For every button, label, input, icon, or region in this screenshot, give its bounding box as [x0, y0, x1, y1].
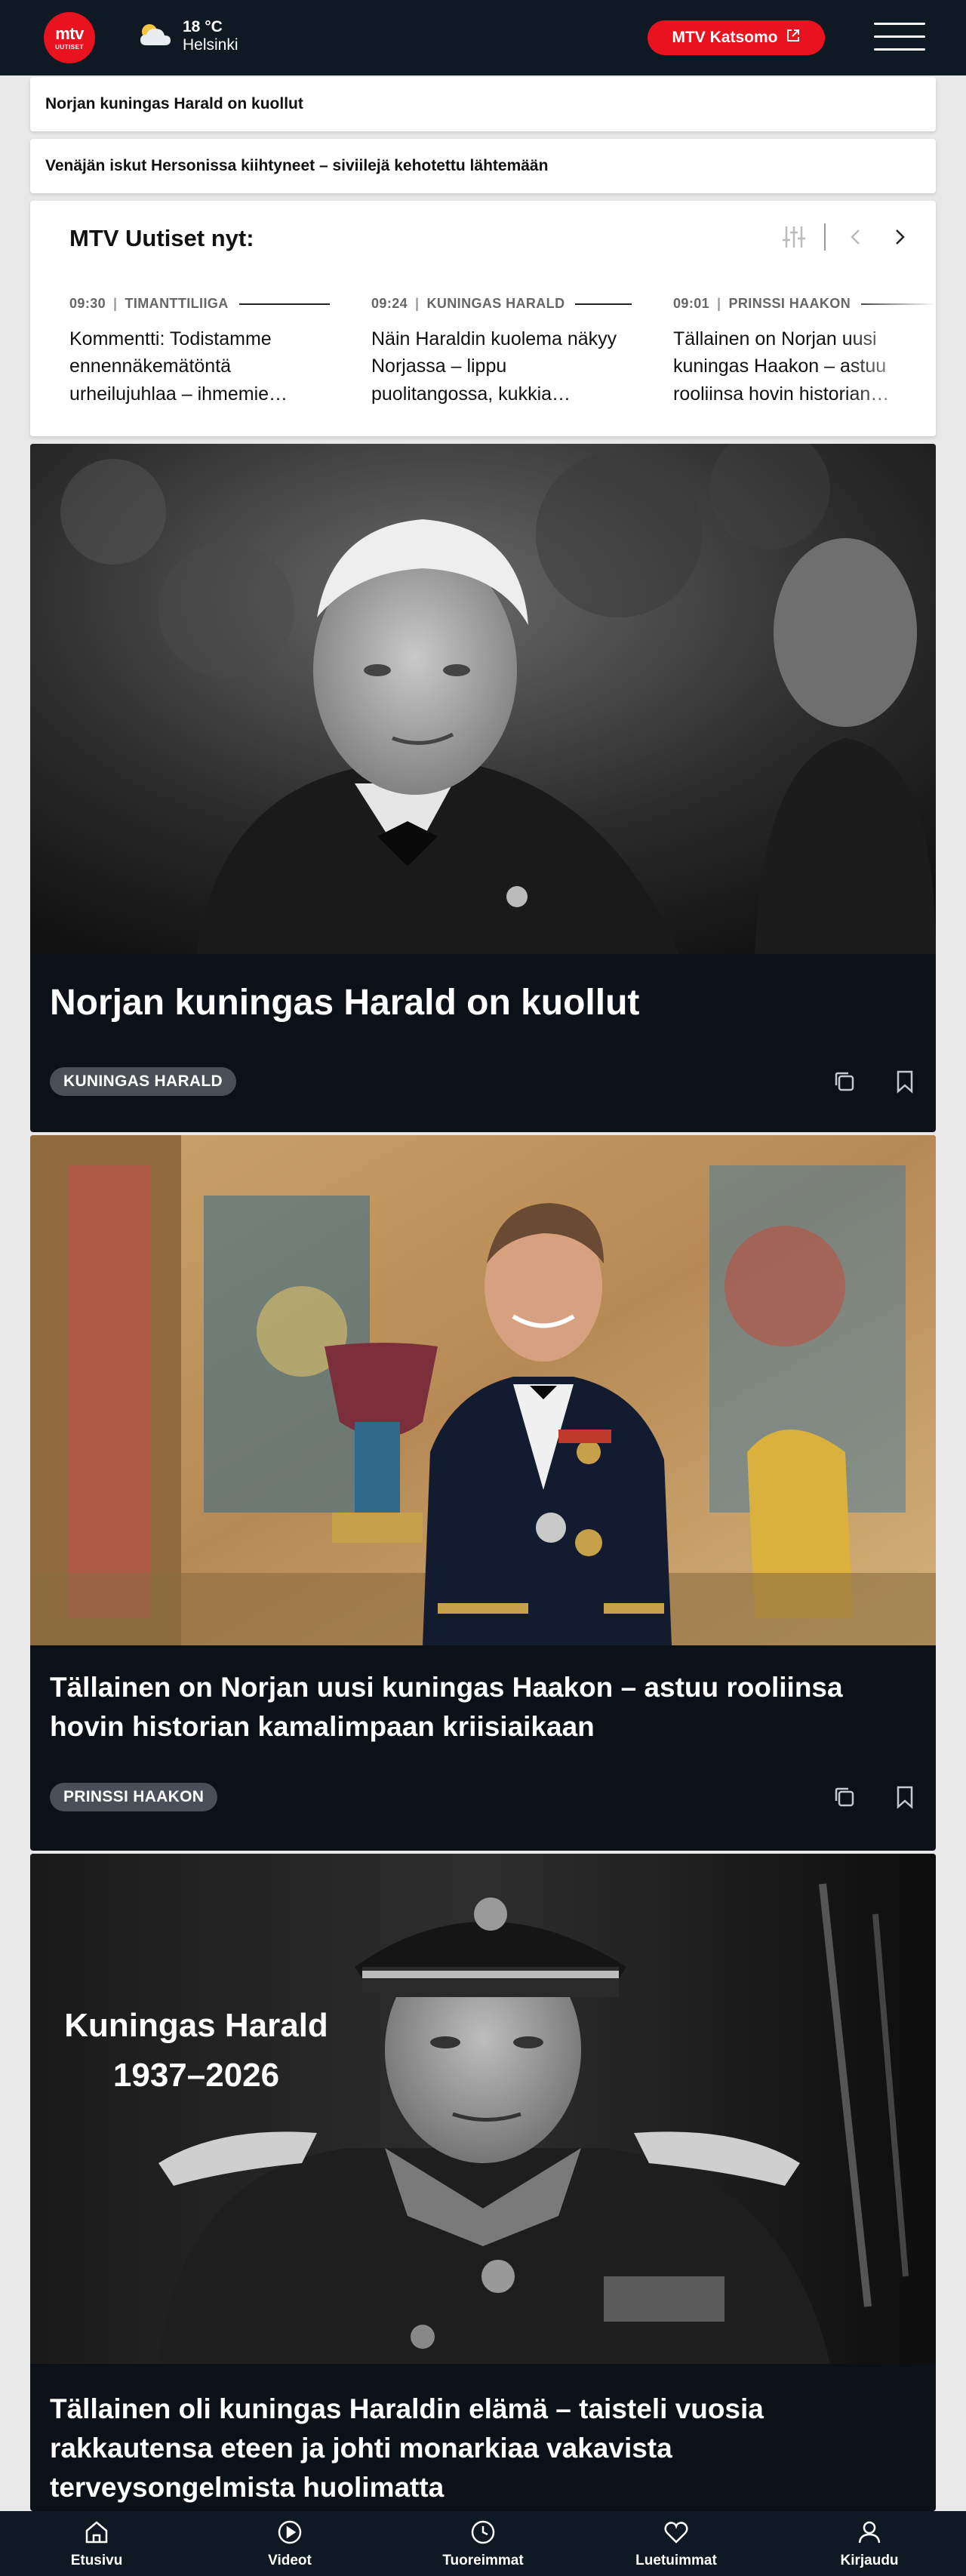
mtv-katsomo-button[interactable]: MTV Katsomo — [648, 20, 825, 55]
mtv-uutiset-logo[interactable]: mtv UUTISET — [44, 12, 95, 63]
nav-label: Videot — [268, 2552, 312, 2568]
article-card[interactable]: Norjan kuningas Harald on kuollut KUNING… — [30, 444, 936, 1132]
news-now-headline: Näin Haraldin kuolema näkyy Norjassa – l… — [371, 328, 617, 405]
article-tag[interactable]: KUNINGAS HARALD — [50, 1067, 236, 1096]
article-title: Tällainen on Norjan uusi kuningas Haakon… — [50, 1672, 843, 1742]
bookmark-icon[interactable] — [892, 1069, 918, 1094]
nav-label: Kirjaudu — [840, 2552, 899, 2568]
article-image-prince-haakon — [30, 1135, 936, 1645]
nav-item-etusivu[interactable]: Etusivu — [0, 2511, 193, 2576]
external-link-icon — [786, 28, 801, 48]
chevron-left-icon[interactable] — [842, 223, 869, 251]
bottom-navigation: Etusivu Videot Tuoreimmat Luetuimmat Kir… — [0, 2511, 966, 2576]
news-now-time: 09:30 — [69, 296, 106, 311]
article-title: Tällainen oli kuningas Haraldin elämä – … — [50, 2393, 764, 2503]
logo-text: mtv — [55, 23, 84, 43]
breaking-news-text: Norjan kuningas Harald on kuollut — [45, 95, 303, 112]
news-now-category: KUNINGAS HARALD — [426, 296, 565, 311]
image-caption: Kuningas Harald 1937–2026 — [53, 2001, 340, 2101]
article-body: Tällainen oli kuningas Haraldin elämä – … — [30, 2364, 936, 2507]
weather-city: Helsinki — [183, 36, 238, 54]
clock-icon — [469, 2519, 497, 2550]
weather-temperature: 18 °C — [183, 18, 223, 35]
weather-widget[interactable]: 18 °C Helsinki — [136, 18, 238, 54]
play-icon — [276, 2519, 303, 2550]
news-now-list: 09:30 | TIMANTTILIIGA Kommentti: Todista… — [69, 296, 936, 408]
copy-link-icon[interactable] — [832, 1069, 857, 1094]
home-icon — [83, 2519, 110, 2550]
news-now-category: PRINSSI HAAKON — [728, 296, 851, 311]
scroll-fade — [845, 284, 936, 427]
partly-cloudy-icon — [136, 21, 174, 52]
article-tag[interactable]: PRINSSI HAAKON — [50, 1783, 218, 1811]
news-now-time: 09:01 — [673, 296, 710, 311]
filter-sliders-icon[interactable] — [780, 223, 808, 251]
news-now-item[interactable]: 09:30 | TIMANTTILIIGA Kommentti: Todista… — [69, 296, 330, 408]
article-body: Norjan kuningas Harald on kuollut — [30, 954, 936, 1025]
article-body: Tällainen on Norjan uusi kuningas Haakon… — [30, 1645, 936, 1747]
nav-item-tuoreimmat[interactable]: Tuoreimmat — [386, 2511, 580, 2576]
news-now-strip: MTV Uutiset nyt: 09:30 | TIMANTTILIIGA K… — [30, 201, 936, 436]
image-caption-line: 1937–2026 — [112, 2057, 280, 2094]
logo-subtext: UUTISET — [55, 43, 84, 51]
copy-link-icon[interactable] — [832, 1784, 857, 1810]
article-image-king-harald-memorial: Kuningas Harald 1937–2026 — [30, 1854, 936, 2364]
nav-label: Etusivu — [70, 2552, 123, 2568]
article-card[interactable]: Kuningas Harald 1937–2026 Tällainen oli … — [30, 1854, 936, 2511]
news-now-item[interactable]: 09:24 | KUNINGAS HARALD Näin Haraldin ku… — [371, 296, 632, 408]
breaking-news-item[interactable]: Venäjän iskut Hersonissa kiihtyneet – si… — [30, 139, 936, 193]
image-caption-line: Kuningas Harald — [64, 2007, 328, 2044]
chevron-right-icon[interactable] — [886, 223, 913, 251]
nav-item-videot[interactable]: Videot — [193, 2511, 386, 2576]
news-now-title: MTV Uutiset nyt: — [69, 225, 254, 251]
top-header: mtv UUTISET 18 °C Helsinki MTV Katsomo — [0, 0, 966, 75]
bookmark-icon[interactable] — [892, 1784, 918, 1810]
breaking-news-text: Venäjän iskut Hersonissa kiihtyneet – si… — [45, 157, 549, 174]
article-actions — [832, 1069, 918, 1094]
nav-label: Tuoreimmat — [442, 2552, 524, 2568]
news-now-controls — [780, 223, 913, 251]
breaking-news-item[interactable]: Norjan kuningas Harald on kuollut — [30, 77, 936, 131]
nav-item-kirjaudu[interactable]: Kirjaudu — [773, 2511, 966, 2576]
news-now-time: 09:24 — [371, 296, 408, 311]
news-now-headline: Kommentti: Todistamme ennennäkemätöntä u… — [69, 328, 288, 405]
hamburger-menu-icon[interactable] — [874, 23, 925, 53]
news-now-category: TIMANTTILIIGA — [125, 296, 229, 311]
katsomo-label: MTV Katsomo — [672, 29, 778, 46]
article-card[interactable]: Tällainen on Norjan uusi kuningas Haakon… — [30, 1135, 936, 1851]
user-icon — [856, 2519, 883, 2550]
article-title: Norjan kuningas Harald on kuollut — [50, 983, 640, 1023]
divider — [824, 223, 826, 251]
nav-label: Luetuimmat — [635, 2552, 717, 2568]
article-image-king-harald — [30, 444, 936, 954]
nav-item-luetuimmat[interactable]: Luetuimmat — [580, 2511, 773, 2576]
heart-icon — [663, 2519, 690, 2550]
article-actions — [832, 1784, 918, 1810]
